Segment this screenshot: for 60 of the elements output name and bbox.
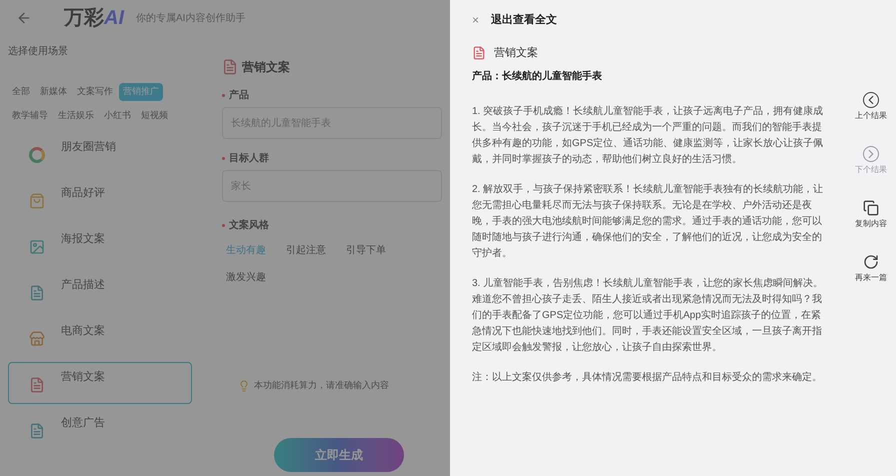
action-button[interactable]: 复制内容 — [855, 200, 887, 230]
drawer-title: 退出查看全文 — [491, 12, 558, 28]
product-line: 产品：长续航的儿童智能手表 — [472, 69, 603, 84]
picture-icon — [29, 239, 45, 255]
bulb-icon — [238, 380, 250, 392]
chevron-left-icon — [863, 92, 879, 108]
template-card[interactable]: 电商文案 — [8, 316, 192, 358]
shop-icon — [29, 331, 45, 347]
template-card[interactable]: 产品描述 — [8, 270, 192, 312]
close-button[interactable]: × — [472, 14, 480, 26]
template-name: 电商文案 — [61, 324, 105, 339]
document-icon — [222, 59, 238, 75]
category-tab[interactable]: 教学辅导 — [8, 106, 52, 124]
document-icon — [29, 423, 45, 439]
category-tab[interactable]: 新媒体 — [36, 83, 71, 100]
document-icon — [472, 46, 486, 60]
template-name: 朋友圈营销 — [61, 140, 116, 155]
paragraph: 1. 突破孩子手机成瘾！长续航儿童智能手表，让孩子远离电子产品，拥有健康成长。当今社会，孩子沉迷于手机已经成为一个严重的问题。而我们的智能手表提供多种有趣的功能，如GPS定位、通话功能、健康监测等，让家长放心让孩子佩戴，并同时掌握孩子的动态，帮助他们树立良好的生活习惯。 — [472, 104, 824, 167]
bag-icon — [29, 193, 45, 209]
category-tab[interactable]: 生活娱乐 — [54, 106, 98, 124]
template-card[interactable]: 商品好评 — [8, 178, 192, 220]
action-button[interactable]: 上个结果 — [855, 92, 887, 122]
template-name: 创意广告 — [61, 416, 105, 431]
template-card[interactable]: 营销文案 — [8, 362, 192, 404]
form-title: 营销文案 — [242, 59, 290, 76]
template-card[interactable]: 朋友圈营销 — [8, 132, 192, 174]
refresh-icon — [863, 254, 879, 270]
category-tab[interactable]: 小红书 — [100, 106, 135, 124]
logo: 万彩AI — [64, 6, 124, 31]
field-label: 产品 — [229, 88, 249, 103]
template-name: 营销文案 — [61, 370, 105, 385]
doc-type: 营销文案 — [494, 46, 538, 60]
field-label: 目标人群 — [229, 152, 269, 166]
section-title: 选择使用场景 — [8, 44, 69, 59]
document-icon — [29, 285, 45, 301]
style-option[interactable]: 激发兴趣 — [222, 268, 282, 287]
style-option[interactable]: 引导下单 — [342, 241, 402, 260]
field-label: 文案风格 — [229, 218, 269, 233]
template-name: 商品好评 — [61, 186, 105, 201]
paragraph: 注：以上文案仅供参考，具体情况需要根据产品特点和目标受众的需求来确定。 — [472, 370, 823, 385]
document-icon — [29, 377, 45, 393]
paragraph: 3. 儿童智能手表，告别焦虑！长续航儿童智能手表，让您的家长焦虑瞬间解决。难道您不曾担心孩子走丢、陌生人接近或者出现紧急情况而无法及时得知吗？我们的手表配备了GPS定位功能，您可以通过手机App实时追踪孩子的位置，在紧急情况下也能快速地找到他们。同时，手表还能设置安全区域，一旦孩子离开指定区域即会触发警报，让您放心，让孩子自由探索世界。 — [472, 276, 824, 355]
template-name: 海报文案 — [61, 232, 105, 247]
template-card[interactable]: 海报文案 — [8, 224, 192, 266]
category-tab[interactable]: 短视频 — [137, 106, 172, 124]
template-card[interactable]: 创意广告 — [8, 408, 192, 450]
category-tab[interactable]: 全部 — [8, 83, 34, 100]
paragraph: 2. 解放双手，与孩子保持紧密联系！长续航儿童智能手表独有的长续航功能，让您无需担心电量耗尽而无法与孩子保持联系。无论是在学校、户外活动还是夜晚，手表的强大电池续航时间能够满足您的需求。通过手表的通话功能，您可以随时随地与孩子进行沟通，确保他们的安全，了解他们的近况，让您成为安全的守护者。 — [472, 182, 824, 261]
style-option[interactable]: 生动有趣 — [222, 241, 282, 260]
chevron-right-icon — [863, 146, 879, 162]
action-button[interactable]: 再来一篇 — [855, 254, 887, 284]
subtitle: 你的专属AI内容创作助手 — [136, 12, 246, 26]
copy-icon — [863, 200, 879, 216]
generate-button[interactable]: 立即生成 — [274, 438, 404, 472]
category-tab[interactable]: 文案写作 — [73, 83, 117, 100]
tip-text: 本功能消耗算力，请准确输入内容 — [254, 379, 389, 392]
template-name: 产品描述 — [61, 278, 105, 293]
style-option[interactable]: 引起注意 — [282, 241, 342, 260]
ring-icon — [29, 147, 45, 163]
back-icon[interactable] — [16, 10, 32, 26]
